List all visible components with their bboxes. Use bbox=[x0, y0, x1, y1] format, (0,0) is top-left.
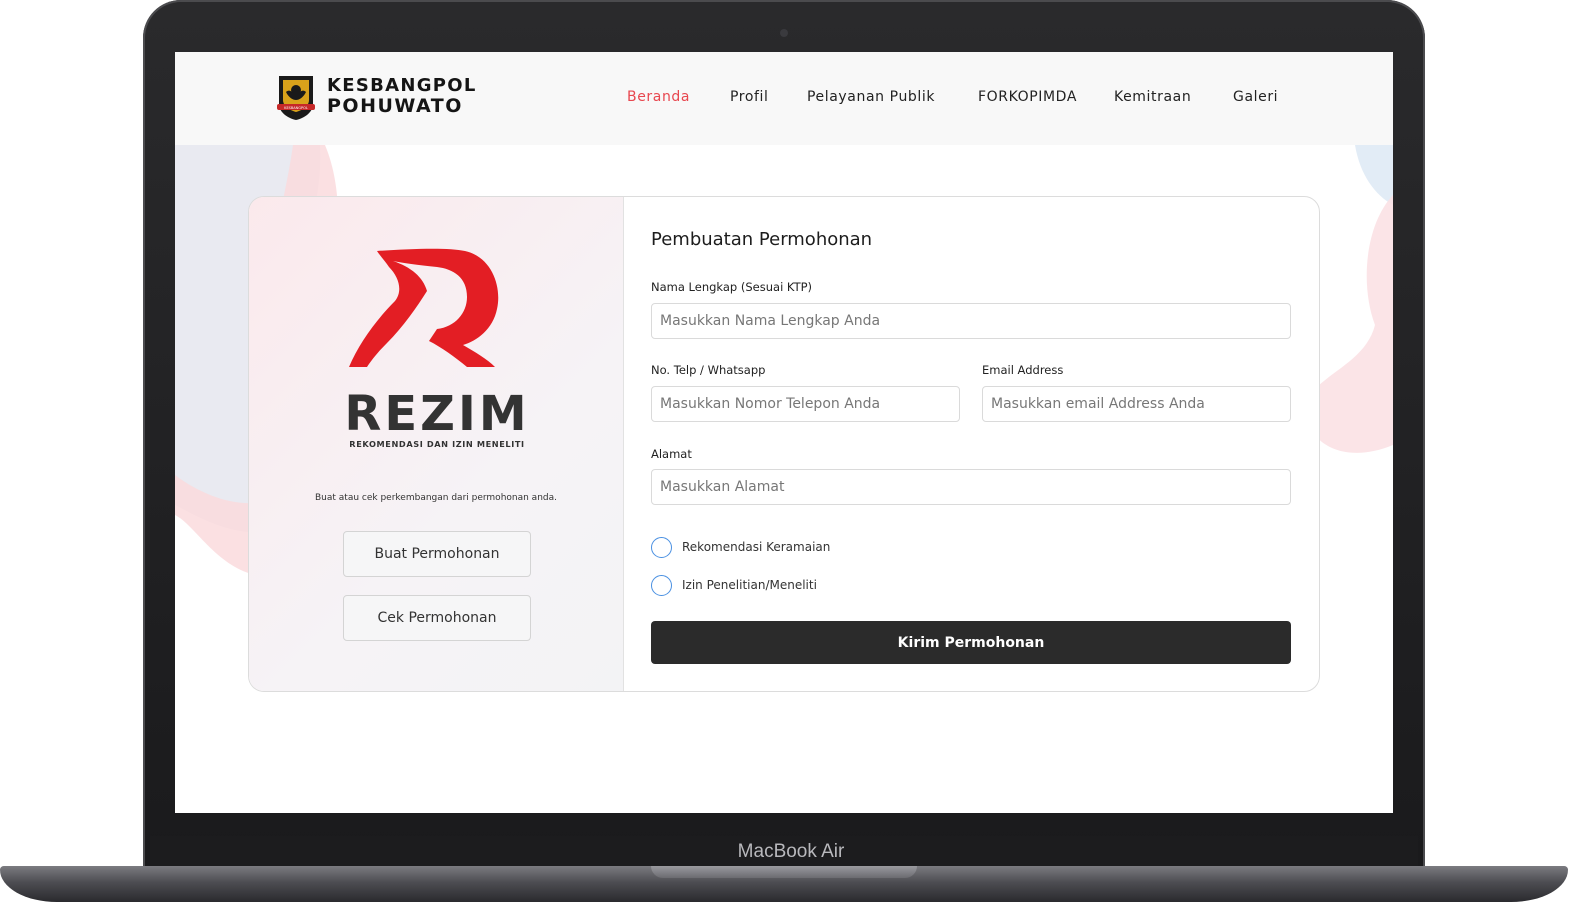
radio-circle-icon[interactable] bbox=[651, 536, 672, 558]
rezim-logo: REZIM REKOMENDASI DAN IZIN MENELITI bbox=[344, 248, 529, 449]
email-field-label: Email Address bbox=[982, 363, 1064, 377]
option-label: Rekomendasi Keramaian bbox=[682, 540, 831, 554]
address-field-label: Alamat bbox=[651, 447, 692, 461]
nav-item-pelayanan-publik[interactable]: Pelayanan Publik bbox=[807, 89, 935, 105]
logo-title-line1: KESBANGPOL bbox=[327, 75, 477, 96]
address-input[interactable] bbox=[651, 469, 1291, 505]
email-input[interactable] bbox=[982, 386, 1291, 422]
option-rekomendasi-keramaian[interactable]: Rekomendasi Keramaian bbox=[651, 535, 830, 559]
kesbangpol-emblem-icon[interactable]: KESBANGPOL bbox=[275, 74, 317, 120]
phone-input[interactable] bbox=[651, 386, 960, 422]
nav-item-beranda[interactable]: Beranda bbox=[627, 89, 690, 105]
form-title: Pembuatan Permohonan bbox=[651, 229, 873, 250]
nav-item-kemitraan[interactable]: Kemitraan bbox=[1114, 89, 1191, 105]
name-field-label: Nama Lengkap (Sesuai KTP) bbox=[651, 280, 813, 294]
logo-title-line2: POHUWATO bbox=[327, 95, 463, 117]
nav-item-galeri[interactable]: Galeri bbox=[1233, 89, 1278, 105]
laptop-model-label: MacBook Air bbox=[737, 841, 845, 862]
phone-field-label: No. Telp / Whatsapp bbox=[651, 363, 766, 377]
top-navbar: KESBANGPOL KESBANGPOL POHUWATO Beranda P… bbox=[175, 52, 1393, 145]
svg-text:KESBANGPOL: KESBANGPOL bbox=[284, 106, 308, 110]
nav-item-forkopimda[interactable]: FORKOPIMDA bbox=[978, 89, 1077, 105]
camera-dot bbox=[780, 29, 788, 37]
rezim-panel: REZIM REKOMENDASI DAN IZIN MENELITI Buat… bbox=[249, 197, 624, 691]
option-label: Izin Penelitian/Meneliti bbox=[682, 578, 817, 592]
tagline: Buat atau cek perkembangan dari permohon… bbox=[315, 493, 557, 503]
name-input[interactable] bbox=[651, 303, 1291, 339]
option-izin-penelitian[interactable]: Izin Penelitian/Meneliti bbox=[651, 573, 817, 597]
rezim-brand-subtitle: REKOMENDASI DAN IZIN MENELITI bbox=[349, 439, 524, 449]
radio-circle-icon[interactable] bbox=[651, 574, 672, 596]
kirim-permohonan-button[interactable]: Kirim Permohonan bbox=[651, 621, 1291, 664]
cek-permohonan-button[interactable]: Cek Permohonan bbox=[343, 595, 531, 641]
laptop-hinge-notch bbox=[651, 866, 917, 878]
buat-permohonan-button[interactable]: Buat Permohonan bbox=[343, 531, 531, 577]
nav-item-profil[interactable]: Profil bbox=[730, 89, 769, 105]
browser-screen: KESBANGPOL KESBANGPOL POHUWATO Beranda P… bbox=[175, 52, 1393, 813]
rezim-brand-name: REZIM bbox=[344, 386, 529, 442]
permohonan-card: REZIM REKOMENDASI DAN IZIN MENELITI Buat… bbox=[248, 196, 1320, 692]
rezim-r-mark bbox=[349, 248, 499, 367]
